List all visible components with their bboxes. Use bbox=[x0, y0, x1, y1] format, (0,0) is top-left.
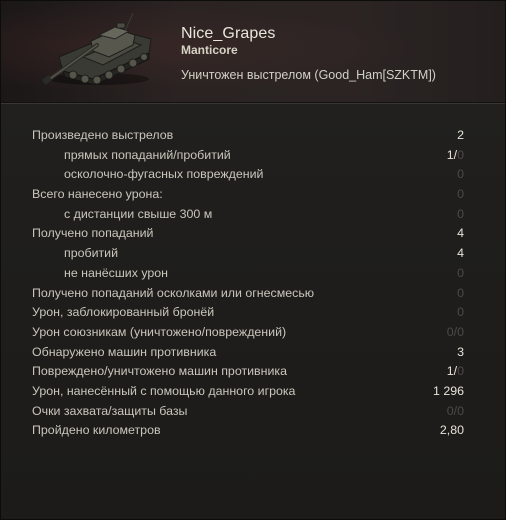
player-name: Nice_Grapes bbox=[181, 25, 276, 42]
stat-value-main: 1/ bbox=[446, 147, 458, 162]
vehicle-name: Manticore bbox=[181, 43, 238, 57]
stat-label: Получено попаданий bbox=[32, 226, 154, 241]
stat-value: 0/0 bbox=[446, 324, 464, 339]
stat-label: Получено попаданий осколками или огнесме… bbox=[32, 285, 315, 300]
stat-value: 0 bbox=[457, 305, 464, 320]
stat-value-dim: 0 bbox=[457, 147, 464, 162]
stat-label: Пройдено километров bbox=[32, 423, 161, 438]
stat-row: прямых попаданий/пробитий 1/0 bbox=[32, 146, 464, 166]
stats-list: Произведено выстрелов 2 прямых попаданий… bbox=[32, 126, 464, 441]
stat-value: 4 bbox=[457, 246, 464, 261]
stat-value: 0 bbox=[457, 187, 464, 202]
stat-label: пробитий bbox=[64, 246, 119, 261]
stat-value: 0/0 bbox=[446, 403, 464, 418]
stat-value: 1 296 bbox=[432, 383, 464, 398]
stat-row: Урон союзникам (уничтожено/повреждений) … bbox=[32, 323, 464, 343]
stat-value: 0 bbox=[457, 285, 464, 300]
stat-value: 0 bbox=[457, 265, 464, 280]
stat-label: Обнаружено машин противника bbox=[32, 344, 217, 359]
stat-value: 1/0 bbox=[447, 146, 464, 166]
light-tank-icon bbox=[42, 12, 152, 86]
stat-row: Урон, нанесённый с помощью данного игрок… bbox=[32, 382, 464, 402]
stat-label: с дистанции свыше 300 м bbox=[64, 206, 213, 221]
stat-row: Повреждено/уничтожено машин противника 1… bbox=[32, 362, 464, 382]
stat-value-dim: 0 bbox=[457, 364, 464, 379]
stat-row: Обнаружено машин противника 3 bbox=[32, 343, 464, 363]
battle-result-panel: Nice_Grapes Manticore Уничтожен выстрело… bbox=[0, 0, 506, 520]
stat-row: не нанёсших урон 0 bbox=[32, 264, 464, 284]
death-reason: Уничтожен выстрелом (Good_Ham[SZKTM]) bbox=[181, 68, 436, 82]
stat-value-main: 1/ bbox=[446, 364, 458, 379]
stat-value: 2,80 bbox=[439, 423, 464, 438]
stat-label: прямых попаданий/пробитий bbox=[64, 147, 231, 162]
stat-row: Всего нанесено урона: 0 bbox=[32, 185, 464, 205]
stat-value: 0 bbox=[457, 167, 464, 182]
stat-row: Урон, заблокированный бронёй 0 bbox=[32, 303, 464, 323]
stat-label: Урон, заблокированный бронёй bbox=[32, 305, 215, 320]
stat-value: 1/0 bbox=[447, 362, 464, 382]
stat-label: не нанёсших урон bbox=[64, 265, 169, 280]
stat-value: 4 bbox=[457, 226, 464, 241]
stat-row: Получено попаданий 4 bbox=[32, 224, 464, 244]
stat-label: Повреждено/уничтожено машин противника bbox=[32, 364, 287, 379]
stat-value: 3 bbox=[457, 344, 464, 359]
stat-row: Получено попаданий осколками или огнесме… bbox=[32, 284, 464, 304]
vehicle-header: Nice_Grapes Manticore Уничтожен выстрело… bbox=[1, 1, 505, 104]
stat-row: с дистанции свыше 300 м 0 bbox=[32, 205, 464, 225]
stat-row: Пройдено километров 2,80 bbox=[32, 421, 464, 441]
stat-label: Урон, нанесённый с помощью данного игрок… bbox=[32, 383, 296, 398]
stat-value: 0 bbox=[457, 206, 464, 221]
stat-label: Произведено выстрелов bbox=[32, 128, 174, 142]
stat-row: Произведено выстрелов 2 bbox=[32, 126, 464, 146]
stat-label: осколочно-фугасных повреждений bbox=[64, 167, 264, 182]
stat-label: Очки захвата/защиты базы bbox=[32, 403, 188, 418]
stat-label: Всего нанесено урона: bbox=[32, 187, 163, 202]
stat-label: Урон союзникам (уничтожено/повреждений) bbox=[32, 324, 287, 339]
stat-row: Очки захвата/защиты базы 0/0 bbox=[32, 402, 464, 422]
stat-value: 2 bbox=[457, 128, 464, 142]
stat-row: осколочно-фугасных повреждений 0 bbox=[32, 165, 464, 185]
stat-row: пробитий 4 bbox=[32, 244, 464, 264]
